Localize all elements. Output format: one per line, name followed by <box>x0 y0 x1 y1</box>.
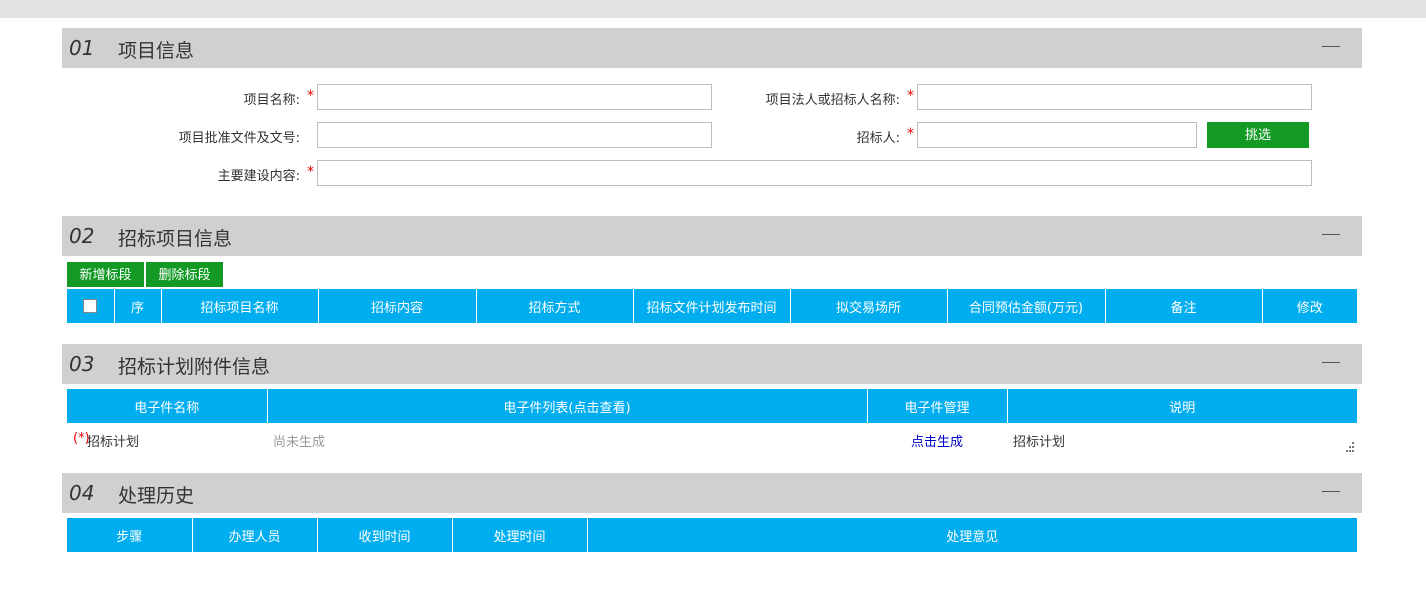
column-header: 招标方式 <box>476 289 634 323</box>
section-title: 处理历史 <box>118 485 195 507</box>
column-header: 步骤 <box>67 518 193 552</box>
construction-label: 主要建设内容: <box>217 169 300 184</box>
section-history-header: 04 处理历史 <box>62 473 1362 513</box>
section-title: 招标计划附件信息 <box>118 356 271 378</box>
attachment-name: 招标计划 <box>87 435 140 450</box>
select-tenderer-button[interactable]: 挑选 <box>1207 122 1309 148</box>
section-attachment-header: 03 招标计划附件信息 <box>62 344 1362 384</box>
collapse-icon[interactable] <box>1322 491 1340 492</box>
section-number: 04 <box>69 481 95 505</box>
top-bar <box>0 0 1426 18</box>
column-header: 处理意见 <box>587 518 1357 552</box>
add-section-button[interactable]: 新增标段 <box>67 262 144 287</box>
required-mark: * <box>307 164 314 180</box>
column-header: 合同预估金额(万元) <box>947 289 1106 323</box>
required-mark: * <box>307 88 314 104</box>
column-header: 备注 <box>1105 289 1263 323</box>
tenderer-label: 招标人: <box>856 131 900 146</box>
column-header: 收到时间 <box>317 518 453 552</box>
section-number: 01 <box>69 36 95 60</box>
collapse-icon[interactable] <box>1322 46 1340 47</box>
project-name-label: 项目名称: <box>243 93 300 108</box>
column-header: 说明 <box>1007 389 1357 423</box>
legal-person-label: 项目法人或招标人名称: <box>765 93 900 108</box>
column-header: 处理时间 <box>452 518 588 552</box>
column-header: 拟交易场所 <box>790 289 948 323</box>
section-title: 项目信息 <box>118 40 195 62</box>
tenderer-input[interactable] <box>917 122 1197 148</box>
column-header: 电子件管理 <box>867 389 1008 423</box>
column-header: 招标内容 <box>318 289 477 323</box>
attachment-list-status: 尚未生成 <box>273 435 326 450</box>
column-header: 电子件列表(点击查看) <box>267 389 868 423</box>
section-number: 02 <box>69 224 95 248</box>
collapse-icon[interactable] <box>1322 234 1340 235</box>
table-header-row: 序 招标项目名称 招标内容 招标方式 招标文件计划发布时间 拟交易场所 合同预估… <box>67 289 1357 323</box>
attachment-table: 电子件名称 电子件列表(点击查看) 电子件管理 说明 <box>67 389 1357 423</box>
approval-doc-input[interactable] <box>317 122 712 148</box>
column-header: 序 <box>114 289 162 323</box>
project-name-input[interactable] <box>317 84 712 110</box>
column-header: 修改 <box>1262 289 1357 323</box>
select-all-checkbox[interactable] <box>83 299 98 313</box>
generate-link[interactable]: 点击生成 <box>911 431 963 450</box>
column-header: 招标文件计划发布时间 <box>633 289 791 323</box>
attachment-description: 招标计划 <box>1013 435 1066 450</box>
column-header: 招标项目名称 <box>161 289 319 323</box>
resize-handle-icon[interactable] <box>1343 441 1355 453</box>
approval-doc-label: 项目批准文件及文号: <box>178 131 300 146</box>
table-header-row: 步骤 办理人员 收到时间 处理时间 处理意见 <box>67 518 1357 552</box>
tender-table: 序 招标项目名称 招标内容 招标方式 招标文件计划发布时间 拟交易场所 合同预估… <box>67 289 1357 323</box>
section-tender-info-header: 02 招标项目信息 <box>62 216 1362 256</box>
section-number: 03 <box>69 352 95 376</box>
select-all-cell <box>67 289 115 323</box>
section-project-info-header: 01 项目信息 <box>62 28 1362 68</box>
column-header: 电子件名称 <box>67 389 268 423</box>
collapse-icon[interactable] <box>1322 362 1340 363</box>
required-mark: * <box>907 88 914 104</box>
legal-person-input[interactable] <box>917 84 1312 110</box>
delete-section-button[interactable]: 删除标段 <box>146 262 223 287</box>
construction-input[interactable] <box>317 160 1312 186</box>
column-header: 办理人员 <box>192 518 318 552</box>
history-table: 步骤 办理人员 收到时间 处理时间 处理意见 <box>67 518 1357 552</box>
section-title: 招标项目信息 <box>118 228 233 250</box>
required-mark: * <box>907 126 914 142</box>
table-header-row: 电子件名称 电子件列表(点击查看) 电子件管理 说明 <box>67 389 1357 423</box>
